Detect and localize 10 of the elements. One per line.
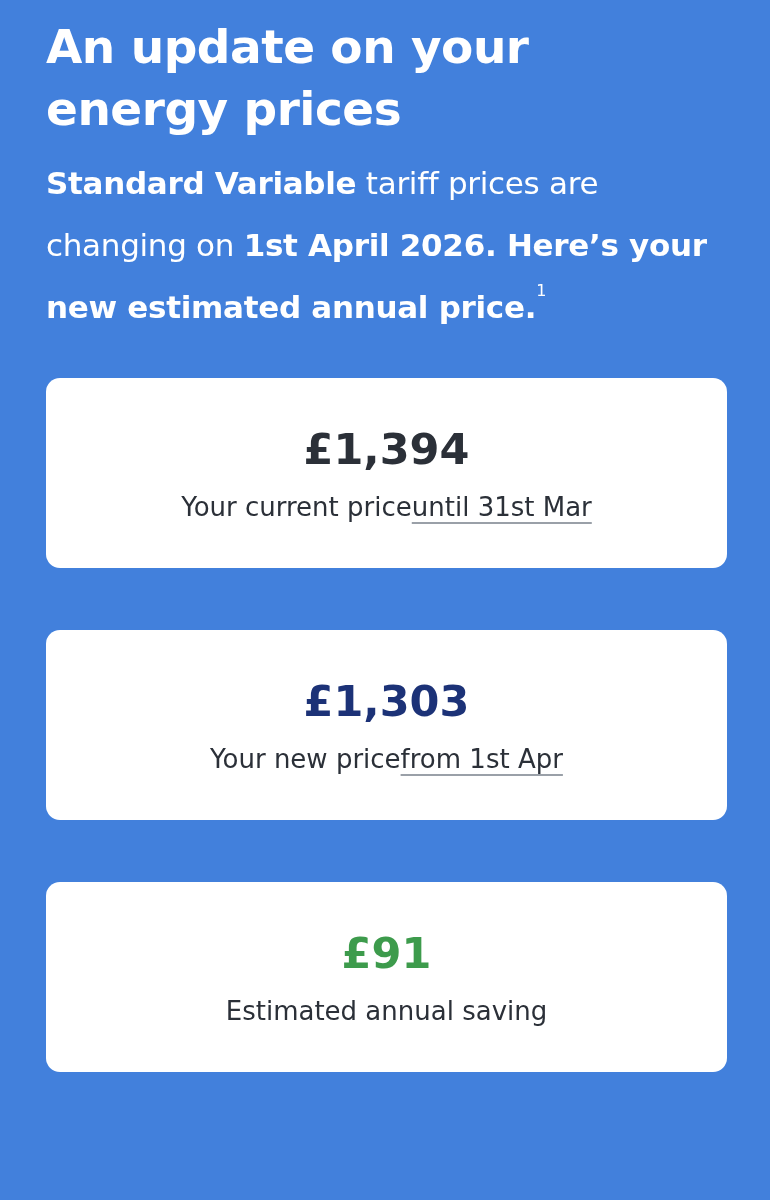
page-heading: An update on your energy prices <box>46 18 530 138</box>
price-amount: £91 <box>341 927 432 980</box>
price-amount: £1,303 <box>303 675 470 728</box>
price-caption: Your current priceuntil 31st Mar <box>181 491 592 524</box>
price-caption: Your new pricefrom 1st Apr <box>210 743 563 776</box>
date-link[interactable]: until 31st Mar <box>411 492 592 522</box>
price-caption: Estimated annual saving <box>225 995 548 1028</box>
date-link[interactable]: from 1st Apr <box>400 744 563 774</box>
price-amount: £1,394 <box>303 423 470 476</box>
intro-text: Standard Variable tariff prices are changing on 1st April 2026. Here’s your new estimated annual price.$^{1}$ <box>46 164 708 327</box>
